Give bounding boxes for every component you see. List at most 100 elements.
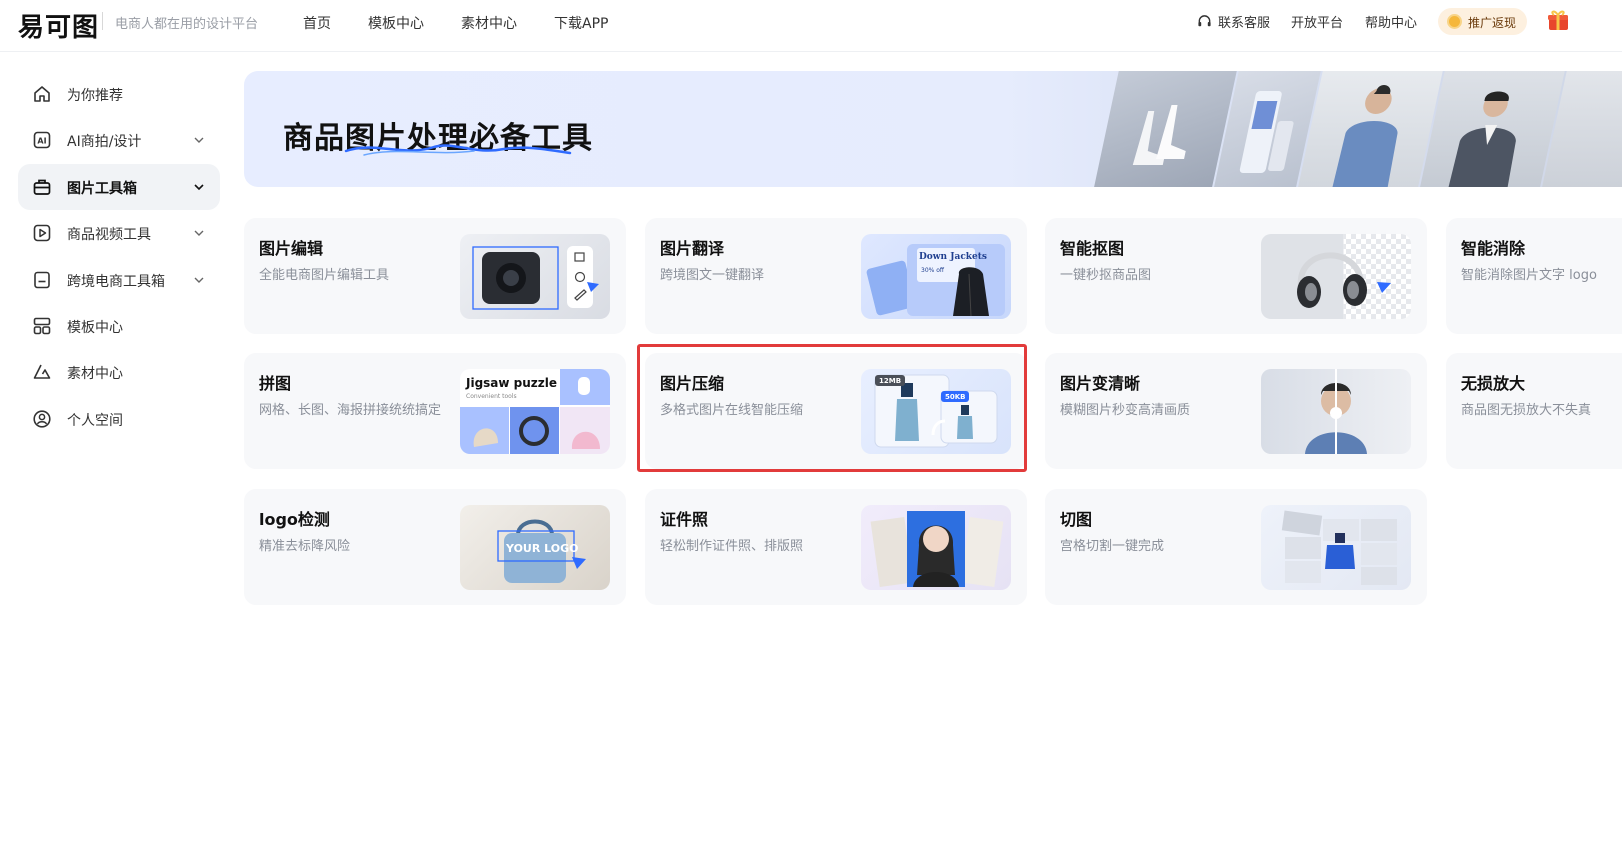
thumb-caption: Jigsaw puzzle: [466, 376, 558, 390]
sidebar-item-label: 素材中心: [67, 366, 123, 382]
banner-underline-swoosh: [344, 144, 572, 156]
user-icon: [33, 410, 51, 428]
tool-card-desc: 宫格切割一键完成: [1060, 539, 1165, 554]
chevron-down-icon: [194, 277, 204, 283]
customer-service-link[interactable]: 联系客服: [1197, 12, 1277, 32]
sidebar-item-cross-border[interactable]: 跨境电商工具箱: [18, 257, 220, 303]
sidebar-item-personal-space[interactable]: 个人空间: [18, 396, 220, 442]
jacket-translate-icon: [866, 244, 1005, 317]
person-icon: [1445, 91, 1516, 187]
tool-card-desc: 轻松制作证件照、排版照: [660, 539, 804, 554]
portrait-enhance-icon: [1305, 369, 1367, 454]
template-icon: [33, 317, 51, 335]
sidebar-item-recommend[interactable]: 为你推荐: [18, 71, 220, 117]
nav-home[interactable]: 首页: [303, 13, 331, 33]
tool-card-smart-erase[interactable]: 智能消除 智能消除图片文字 logo: [1446, 218, 1622, 334]
customer-service-label: 联系客服: [1218, 16, 1271, 31]
video-icon: [33, 224, 51, 242]
toolbox-icon: [33, 179, 51, 195]
gift-icon[interactable]: [1548, 9, 1568, 31]
tool-thumb-id-photo: [861, 505, 1011, 590]
tool-card-title: 图片翻译: [660, 239, 725, 258]
logo-placeholder-text: YOUR LOGO: [506, 542, 579, 555]
promo-cashback-button[interactable]: 推广返现: [1438, 8, 1527, 35]
banner-photo-man-suit: [1417, 71, 1567, 187]
tool-card-desc: 跨境图文一键翻译: [660, 268, 765, 283]
tool-card-image-edit[interactable]: 图片编辑 全能电商图片编辑工具: [244, 218, 626, 334]
svg-text:AI: AI: [37, 137, 46, 146]
tool-card-title: 无损放大: [1461, 374, 1526, 393]
nav-download-app[interactable]: 下载APP: [554, 13, 608, 33]
chevron-down-icon: [194, 230, 204, 236]
tool-thumb-collage: Jigsaw puzzle Convenient tools: [460, 369, 610, 454]
sidebar-item-label: 商品视频工具: [67, 227, 151, 243]
tool-card-id-photo[interactable]: 证件照 轻松制作证件照、排版照: [645, 489, 1027, 605]
tool-card-title: 智能抠图: [1060, 239, 1125, 258]
tool-card-title: 智能消除: [1461, 239, 1526, 258]
tool-card-desc: 模糊图片秒变高清画质: [1060, 403, 1191, 418]
tool-thumb-image-translate: Down Jackets 30% off: [861, 234, 1011, 319]
tool-thumb-smart-cutout: [1261, 234, 1411, 319]
logo-divider: [102, 12, 103, 30]
person-icon: [1329, 85, 1398, 187]
tool-thumb-image-edit: [460, 234, 610, 319]
tool-card-image-enhance[interactable]: 图片变清晰 模糊图片秒变高清画质: [1045, 353, 1427, 469]
coin-icon: [1447, 14, 1462, 29]
tool-thumb-image-slice: [1261, 505, 1411, 590]
sidebar-item-material-center[interactable]: 素材中心: [18, 349, 220, 395]
ai-icon: AI: [33, 131, 51, 149]
tool-card-desc: 精准去标降风险: [259, 539, 351, 554]
sidebar-item-image-toolbox[interactable]: 图片工具箱: [18, 164, 220, 210]
nav-materials[interactable]: 素材中心: [461, 13, 517, 33]
headset-icon: [1198, 15, 1211, 27]
banner-photo-man-shirt: [1295, 71, 1445, 187]
home-icon: [34, 86, 50, 102]
thumb-subcaption: Convenient tools: [466, 393, 517, 400]
tool-thumb-logo-detect: YOUR LOGO: [460, 505, 610, 590]
sidebar-item-video-tools[interactable]: 商品视频工具: [18, 210, 220, 256]
headphones-icon: [1297, 234, 1411, 319]
sidebar-item-template-center[interactable]: 模板中心: [18, 303, 220, 349]
top-header: 易可图 电商人都在用的设计平台 首页 模板中心 素材中心 下载APP 联系客服 …: [0, 0, 1622, 52]
thumb-caption: Down Jackets: [919, 252, 987, 262]
site-tagline: 电商人都在用的设计平台: [115, 17, 259, 32]
projector-edit-icon: [472, 246, 599, 310]
site-logo[interactable]: 易可图: [18, 7, 99, 44]
promo-label: 推广返现: [1468, 16, 1517, 30]
nav-templates[interactable]: 模板中心: [368, 13, 424, 33]
tool-card-desc: 网格、长图、海报拼接统统搞定: [259, 403, 442, 418]
tool-card-desc: 一键秒抠商品图: [1060, 268, 1152, 283]
help-center-link[interactable]: 帮助中心: [1365, 12, 1417, 31]
perfume-grid-icon: [1281, 510, 1397, 585]
sidebar-item-ai-shoot[interactable]: AI AI商拍/设计: [18, 117, 220, 163]
thumb-subcaption: 30% off: [921, 267, 945, 274]
tool-card-desc: 商品图无损放大不失真: [1461, 403, 1592, 418]
sidebar-item-label: 模板中心: [67, 320, 123, 336]
sidebar-item-label: 跨境电商工具箱: [67, 274, 165, 290]
tool-card-title: 拼图: [259, 374, 292, 393]
chevron-down-icon: [194, 137, 204, 143]
tool-card-title: 切图: [1060, 510, 1093, 529]
id-portrait-icon: [870, 511, 1004, 588]
tool-card-title: 图片变清晰: [1060, 374, 1141, 393]
open-platform-link[interactable]: 开放平台: [1291, 12, 1343, 31]
sidebar-item-label: 个人空间: [67, 413, 123, 429]
tool-card-lossless-upscale[interactable]: 无损放大 商品图无损放大不失真: [1446, 353, 1622, 469]
cross-border-icon: [34, 271, 50, 289]
tool-card-image-slice[interactable]: 切图 宫格切割一键完成: [1045, 489, 1427, 605]
tool-thumb-image-enhance: [1261, 369, 1411, 454]
tool-card-desc: 智能消除图片文字 logo: [1461, 268, 1597, 283]
tool-card-title: 证件照: [660, 510, 709, 529]
tool-card-title: logo检测: [259, 510, 330, 529]
chevron-down-icon: [194, 184, 204, 191]
hero-banner: 商品图片处理必备工具: [244, 71, 1622, 187]
sidebar-item-label: 图片工具箱: [67, 181, 137, 197]
sidebar-item-label: 为你推荐: [67, 88, 123, 104]
tool-card-desc: 全能电商图片编辑工具: [259, 268, 390, 283]
tool-card-logo-detect[interactable]: logo检测 精准去标降风险 YOUR LOGO: [244, 489, 626, 605]
tool-card-image-translate[interactable]: 图片翻译 跨境图文一键翻译 Down Jackets 30% off: [645, 218, 1027, 334]
selection-highlight-box: [637, 344, 1027, 472]
tool-card-title: 图片编辑: [259, 239, 324, 258]
tool-card-collage[interactable]: 拼图 网格、长图、海报拼接统统搞定 Jigsaw puzzle Convenie…: [244, 353, 626, 469]
tool-card-smart-cutout[interactable]: 智能抠图 一键秒抠商品图: [1045, 218, 1427, 334]
